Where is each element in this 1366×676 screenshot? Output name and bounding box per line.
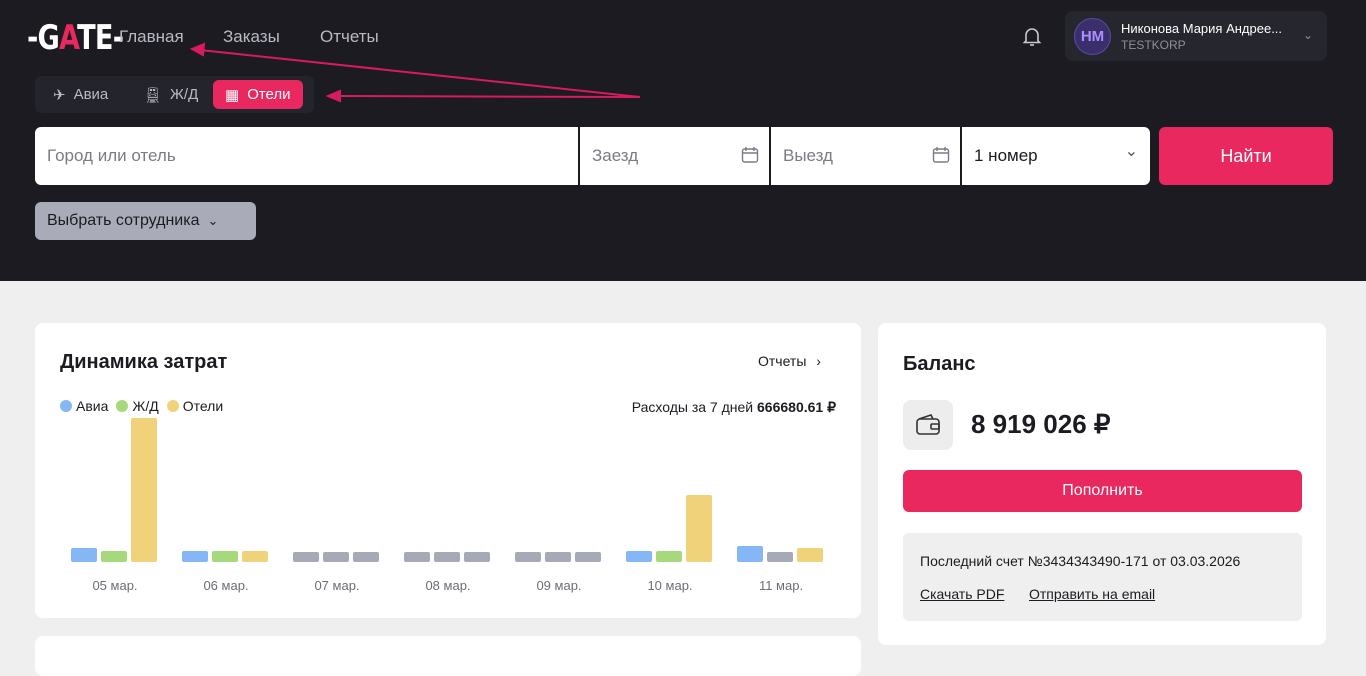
chart-bar xyxy=(323,552,349,562)
x-tick-label: 10 мар. xyxy=(647,578,693,593)
last-invoice: Последний счет №3434343490-171 от 03.03.… xyxy=(920,553,1241,569)
chart-legend: Авиа Ж/Д Отели xyxy=(60,398,223,414)
calendar-icon xyxy=(741,147,759,163)
checkout-input[interactable]: Выезд xyxy=(771,127,960,185)
card-title: Динамика затрат xyxy=(60,351,228,373)
chart-bar xyxy=(545,552,571,562)
chart-bar xyxy=(515,552,541,562)
legend-item: Авиа xyxy=(60,398,108,414)
spend-summary: Расходы за 7 дней 666680.61 ₽ xyxy=(632,399,836,416)
rooms-select[interactable]: 1 номер ⌄ xyxy=(962,127,1150,185)
annotation-arrows xyxy=(189,42,641,103)
chart-bar xyxy=(101,551,127,562)
legend-item: Ж/Д xyxy=(116,398,159,414)
bell-icon[interactable] xyxy=(1020,24,1044,48)
x-tick-label: 05 мар. xyxy=(92,578,138,593)
cost-dynamics-card: Динамика затрат Отчеты › Расходы за 7 дн… xyxy=(35,323,861,618)
legend-item: Отели xyxy=(166,398,224,414)
chevron-right-icon: › xyxy=(816,353,821,369)
chart-bar xyxy=(212,551,238,562)
next-card xyxy=(35,636,861,676)
x-tick-label: 07 мар. xyxy=(314,578,360,593)
chart-bar xyxy=(242,551,268,562)
checkin-input[interactable]: Заезд xyxy=(580,127,769,185)
avatar: НМ xyxy=(1074,18,1111,55)
user-menu[interactable]: НМ Никонова Мария Андрее... TESTKORP ⌄ xyxy=(1065,11,1327,61)
checkin-placeholder: Заезд xyxy=(592,146,639,165)
user-name: Никонова Мария Андрее... xyxy=(1121,21,1283,36)
legend-label: Авиа xyxy=(76,398,109,414)
x-tick-label: 11 мар. xyxy=(758,578,804,593)
chart-bar xyxy=(182,551,208,562)
chart-bar xyxy=(404,552,430,562)
balance-title: Баланс xyxy=(903,353,976,375)
reports-link-label: Отчеты xyxy=(758,353,807,369)
balance-card: Баланс 8 919 026 ₽ Пополнить Последний с… xyxy=(878,323,1326,645)
chart-bar xyxy=(575,552,601,562)
chart-bar xyxy=(434,552,460,562)
select-employee-button[interactable]: Выбрать сотрудника ⌄ xyxy=(35,202,256,240)
chart-bar xyxy=(797,548,823,562)
x-tick-label: 08 мар. xyxy=(425,578,471,593)
invoice-box: Последний счет №3434343490-171 от 03.03.… xyxy=(903,533,1302,621)
chart-bar xyxy=(686,494,712,562)
find-button[interactable]: Найти xyxy=(1159,127,1333,185)
legend-label: Ж/Д xyxy=(132,398,159,414)
legend-label: Отели xyxy=(182,398,224,414)
chart-bar xyxy=(626,551,652,562)
employee-label: Выбрать сотрудника xyxy=(47,212,200,229)
chart-bar xyxy=(71,548,97,562)
calendar-icon xyxy=(932,147,950,163)
topup-button[interactable]: Пополнить xyxy=(903,470,1302,512)
chart-bar xyxy=(464,552,490,562)
x-tick-label: 09 мар. xyxy=(536,578,582,593)
city-input[interactable]: Город или отель xyxy=(35,127,578,185)
download-pdf-link[interactable]: Скачать PDF xyxy=(920,586,1004,602)
chart-bar xyxy=(656,551,682,562)
reports-link[interactable]: Отчеты › xyxy=(758,353,821,369)
chevron-down-icon: ⌄ xyxy=(1124,143,1138,160)
wallet-icon xyxy=(903,400,953,450)
spend-value: 666680.61 ₽ xyxy=(757,399,836,415)
x-tick-label: 06 мар. xyxy=(203,578,249,593)
user-org: TESTKORP xyxy=(1121,38,1186,52)
balance-amount: 8 919 026 ₽ xyxy=(971,409,1111,439)
chart-bar xyxy=(131,418,157,562)
checkout-placeholder: Выезд xyxy=(783,146,833,165)
spend-label: Расходы за 7 дней xyxy=(631,399,754,415)
chart-bar xyxy=(353,552,379,562)
rooms-value: 1 номер xyxy=(974,146,1038,165)
send-email-link[interactable]: Отправить на email xyxy=(1029,586,1155,602)
chart-bar xyxy=(767,552,793,562)
chevron-down-icon: ⌄ xyxy=(207,213,219,228)
chevron-down-icon: ⌄ xyxy=(1302,28,1313,42)
header: -GATE- Главная Заказы Отчеты НМ Никонова… xyxy=(0,0,1366,281)
chart-bar xyxy=(737,545,763,562)
chart-bar xyxy=(293,552,319,562)
